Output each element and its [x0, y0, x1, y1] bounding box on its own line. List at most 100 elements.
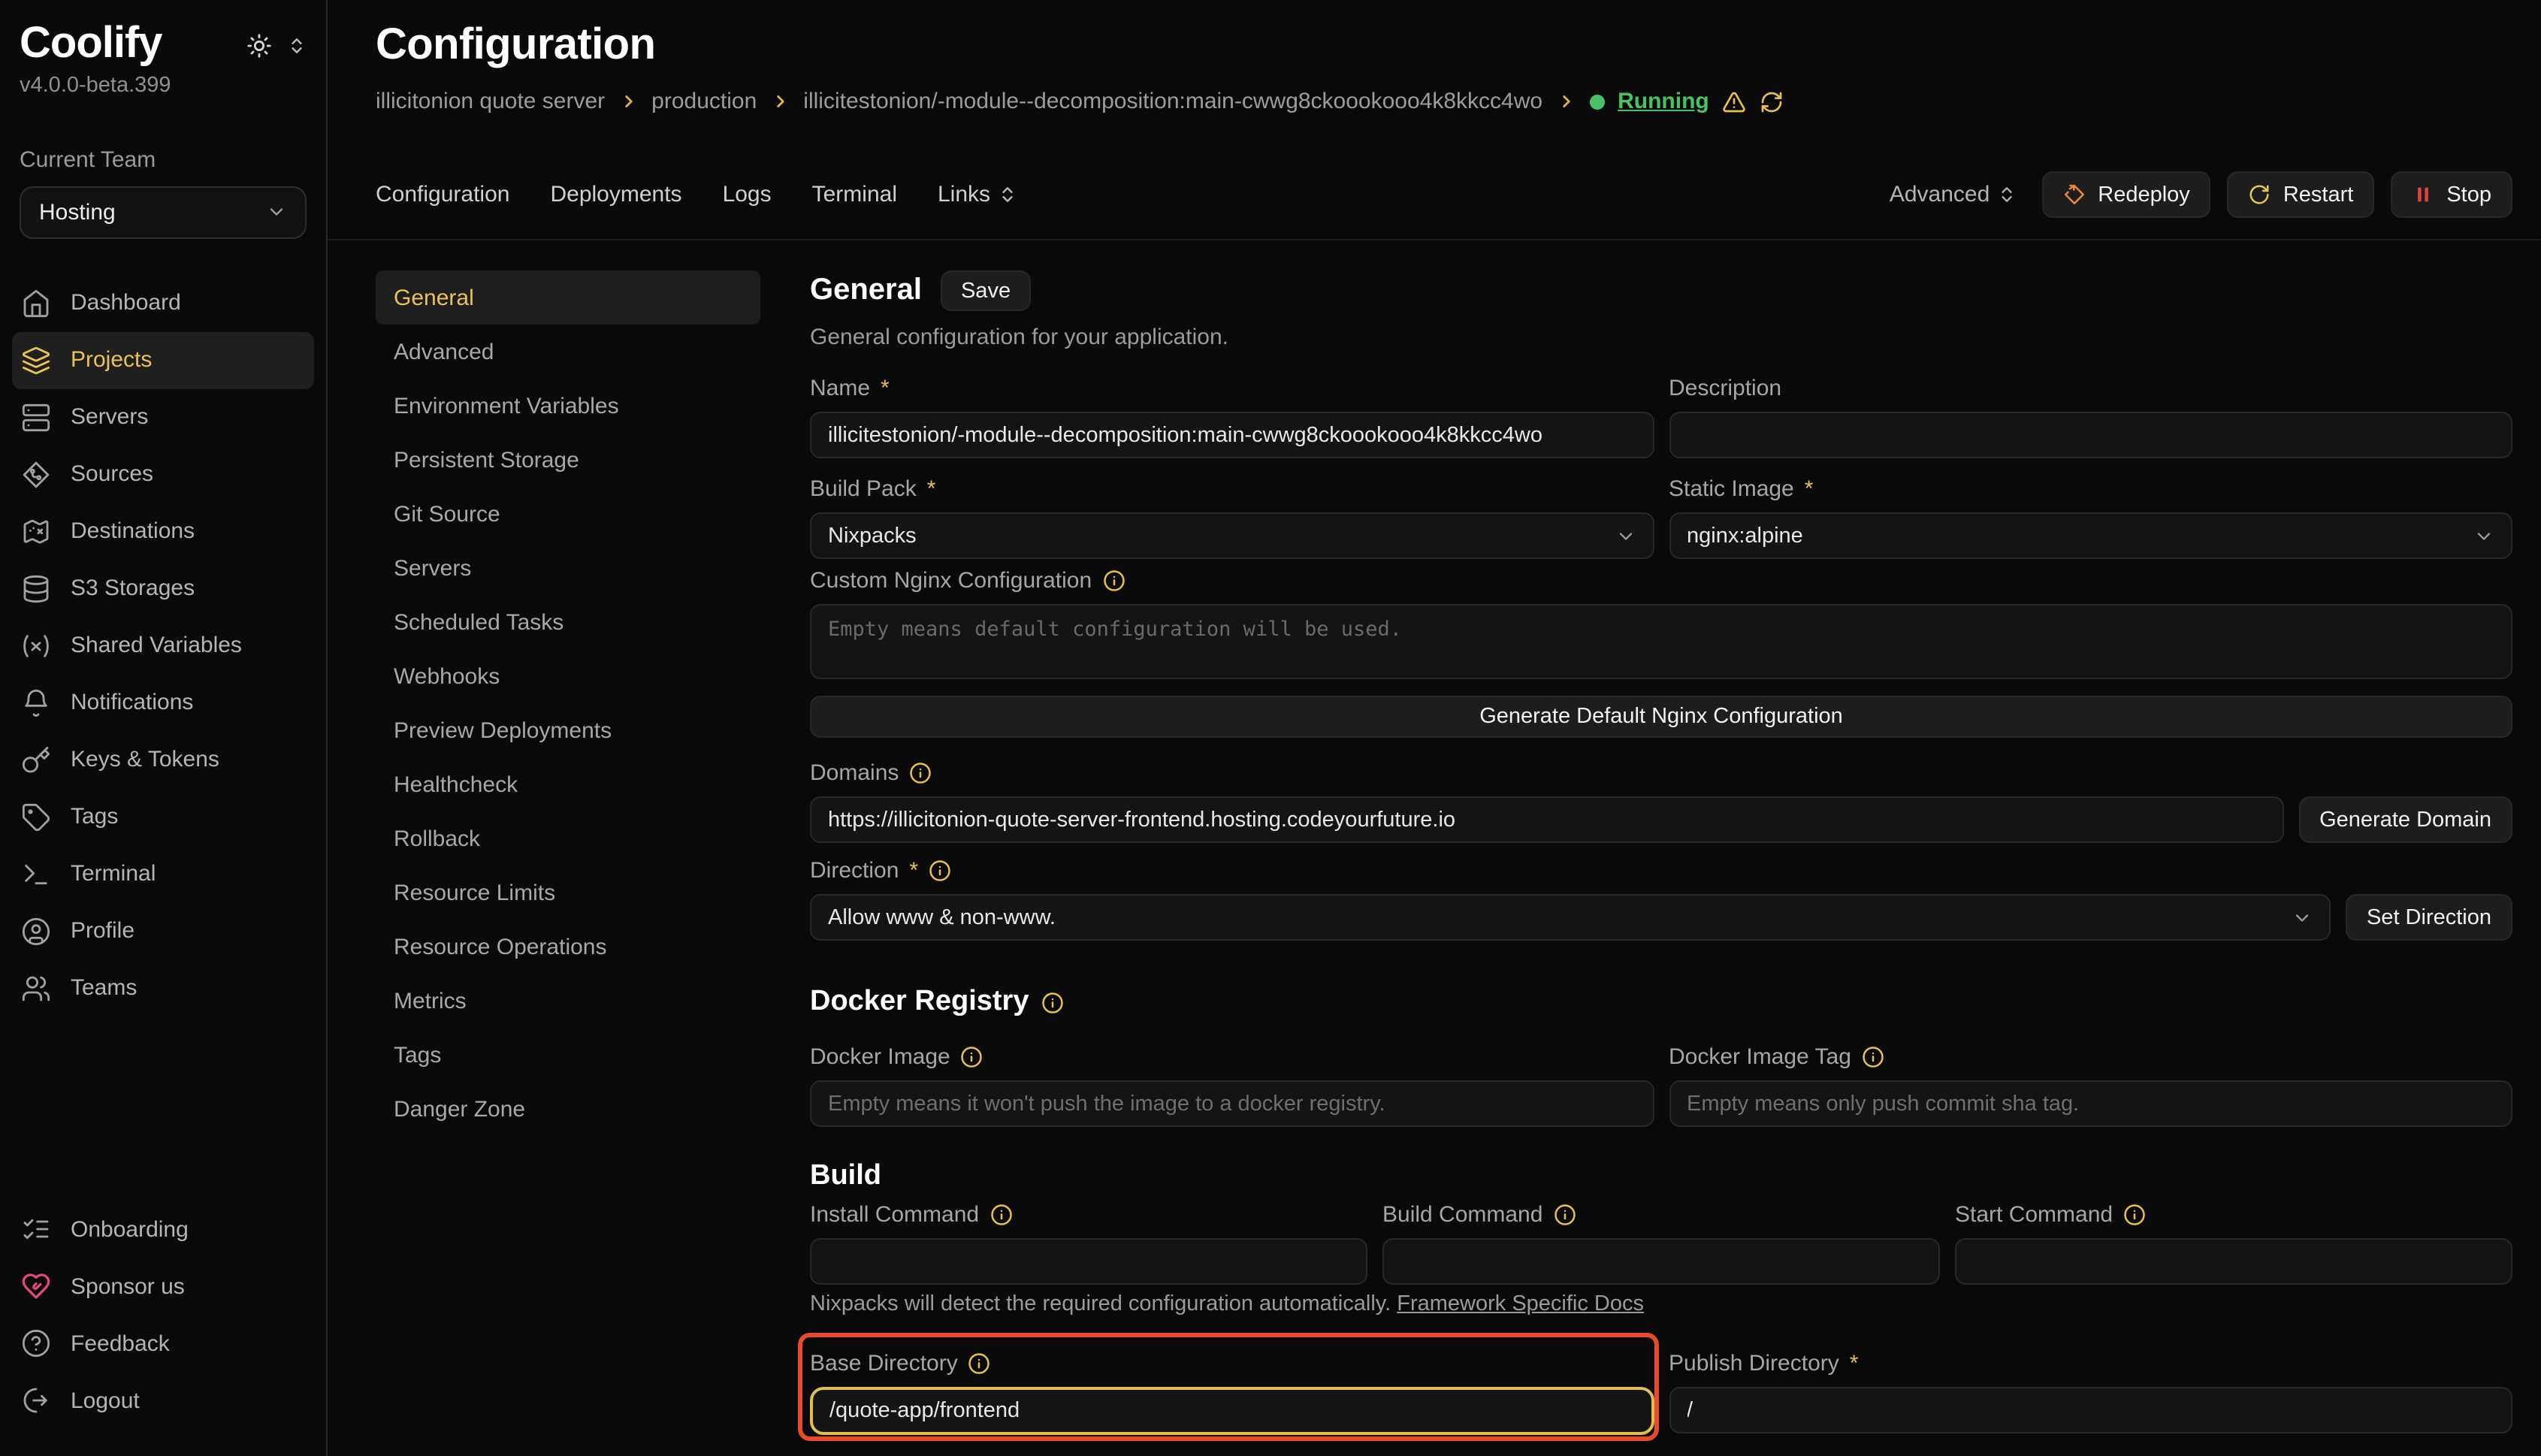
breadcrumb-application[interactable]: illicitestonion/-module--decomposition:m…	[803, 89, 1542, 114]
chevron-down-icon	[2292, 907, 2313, 928]
subnav-item-environment-variables[interactable]: Environment Variables	[376, 379, 760, 433]
info-icon[interactable]	[1102, 569, 1125, 592]
subnav-item-resource-limits[interactable]: Resource Limits	[376, 865, 760, 920]
theme-chevrons-icon[interactable]	[287, 36, 307, 56]
chevron-right-icon	[770, 92, 790, 111]
custom-nginx-textarea[interactable]	[810, 604, 2512, 679]
info-icon[interactable]	[961, 1046, 983, 1068]
build-command-input[interactable]	[1382, 1238, 1940, 1285]
sidebar-item-teams[interactable]: Teams	[12, 960, 314, 1017]
advanced-dropdown[interactable]: Advanced	[1890, 182, 2017, 207]
subnav-item-general[interactable]: General	[376, 270, 760, 325]
subnav-item-healthcheck[interactable]: Healthcheck	[376, 757, 760, 811]
domains-input[interactable]	[810, 796, 2283, 843]
subnav-item-rollback[interactable]: Rollback	[376, 811, 760, 865]
subnav-item-webhooks[interactable]: Webhooks	[376, 649, 760, 703]
status-running-link[interactable]: Running	[1618, 89, 1709, 114]
generate-domain-button[interactable]: Generate Domain	[2298, 796, 2512, 843]
tab-configuration[interactable]: Configuration	[376, 182, 509, 207]
subnav-item-resource-operations[interactable]: Resource Operations	[376, 920, 760, 974]
direction-select[interactable]: Allow www & non-www.	[810, 894, 2331, 941]
sidebar-item-profile[interactable]: Profile	[12, 903, 314, 960]
tab-links[interactable]: Links	[938, 182, 1017, 207]
sidebar-item-servers[interactable]: Servers	[12, 389, 314, 446]
start-command-input[interactable]	[1955, 1238, 2512, 1285]
subnav-item-metrics[interactable]: Metrics	[376, 974, 760, 1028]
subnav-item-tags[interactable]: Tags	[376, 1028, 760, 1082]
subnav-item-servers[interactable]: Servers	[376, 541, 760, 595]
base-directory-input[interactable]	[810, 1387, 1654, 1435]
action-buttons: Advanced Redeploy Restart Stop	[1890, 171, 2512, 218]
tab-terminal[interactable]: Terminal	[812, 182, 897, 207]
sidebar-item-terminal[interactable]: Terminal	[12, 846, 314, 903]
info-icon[interactable]	[909, 762, 932, 784]
sidebar-item-onboarding[interactable]: Onboarding	[12, 1201, 314, 1258]
build-command-label: Build Command	[1382, 1199, 1940, 1231]
sidebar-item-label: Logout	[71, 1388, 140, 1413]
nixpacks-note: Nixpacks will detect the required config…	[810, 1292, 2512, 1316]
subnav-item-preview-deployments[interactable]: Preview Deployments	[376, 703, 760, 757]
breadcrumb-environment[interactable]: production	[651, 89, 757, 114]
sidebar-item-destinations[interactable]: Destinations	[12, 503, 314, 560]
sidebar-item-projects[interactable]: Projects	[12, 332, 314, 389]
sidebar-item-shared-variables[interactable]: Shared Variables	[12, 618, 314, 675]
static-image-label: Static Image*	[1669, 473, 2512, 505]
theme-sun-icon[interactable]	[246, 33, 272, 59]
generate-nginx-button[interactable]: Generate Default Nginx Configuration	[810, 696, 2512, 738]
sidebar-item-label: Destinations	[71, 519, 195, 545]
info-icon[interactable]	[929, 859, 951, 882]
chevrons-up-down-icon	[1997, 185, 2017, 204]
subnav-item-persistent-storage[interactable]: Persistent Storage	[376, 433, 760, 487]
stop-pause-icon	[2412, 183, 2434, 206]
subnav-item-advanced[interactable]: Advanced	[376, 325, 760, 379]
save-button[interactable]: Save	[941, 270, 1030, 311]
sidebar-item-dashboard[interactable]: Dashboard	[12, 275, 314, 332]
sidebar-item-label: S3 Storages	[71, 576, 195, 602]
team-select[interactable]: Hosting	[20, 186, 307, 239]
sidebar-item-keys-tokens[interactable]: Keys & Tokens	[12, 732, 314, 789]
refresh-icon[interactable]	[1760, 89, 1784, 113]
sidebar-item-label: Tags	[71, 805, 118, 830]
sidebar-item-logout[interactable]: Logout	[12, 1372, 314, 1429]
build-pack-select[interactable]: Nixpacks	[810, 512, 1654, 559]
breadcrumb-project[interactable]: illicitonion quote server	[376, 89, 605, 114]
subnav-item-git-source[interactable]: Git Source	[376, 487, 760, 541]
info-icon[interactable]	[990, 1204, 1012, 1226]
list-checks-icon	[21, 1214, 51, 1244]
framework-docs-link[interactable]: Framework Specific Docs	[1397, 1292, 1644, 1316]
sidebar-item-label: Sponsor us	[71, 1273, 185, 1299]
warning-triangle-icon[interactable]	[1723, 89, 1747, 113]
general-form: General Save General configuration for y…	[810, 270, 2512, 1456]
info-icon[interactable]	[968, 1352, 991, 1375]
install-command-input[interactable]	[810, 1238, 1367, 1285]
description-input[interactable]	[1669, 412, 2512, 458]
sidebar-item-sponsor-us[interactable]: Sponsor us	[12, 1258, 314, 1315]
sidebar-item-feedback[interactable]: Feedback	[12, 1315, 314, 1372]
tab-deployments[interactable]: Deployments	[550, 182, 681, 207]
chevron-down-icon	[1615, 525, 1636, 546]
docker-image-tag-input[interactable]	[1669, 1080, 2512, 1127]
name-input[interactable]	[810, 412, 1654, 458]
current-team-label: Current Team	[20, 147, 307, 173]
docker-image-tag-label: Docker Image Tag	[1669, 1041, 2512, 1073]
docker-image-input[interactable]	[810, 1080, 1654, 1127]
stop-button[interactable]: Stop	[2391, 171, 2512, 218]
sidebar-item-notifications[interactable]: Notifications	[12, 675, 314, 732]
publish-directory-input[interactable]	[1669, 1387, 2512, 1433]
info-icon[interactable]	[1862, 1046, 1884, 1068]
sidebar-item-s3-storages[interactable]: S3 Storages	[12, 560, 314, 618]
app-version: v4.0.0-beta.399	[20, 74, 171, 98]
set-direction-button[interactable]: Set Direction	[2346, 894, 2512, 941]
redeploy-button[interactable]: Redeploy	[2042, 171, 2211, 218]
sidebar-item-sources[interactable]: Sources	[12, 446, 314, 503]
info-icon[interactable]	[2123, 1204, 2146, 1226]
static-image-select[interactable]: nginx:alpine	[1669, 512, 2512, 559]
sidebar-item-tags[interactable]: Tags	[12, 789, 314, 846]
restart-button[interactable]: Restart	[2228, 171, 2375, 218]
subnav-item-danger-zone[interactable]: Danger Zone	[376, 1082, 760, 1136]
info-icon[interactable]	[1553, 1204, 1576, 1226]
tab-logs[interactable]: Logs	[723, 182, 772, 207]
info-icon[interactable]	[1041, 991, 1063, 1013]
subnav-item-scheduled-tasks[interactable]: Scheduled Tasks	[376, 595, 760, 649]
redeploy-icon	[2063, 183, 2086, 206]
